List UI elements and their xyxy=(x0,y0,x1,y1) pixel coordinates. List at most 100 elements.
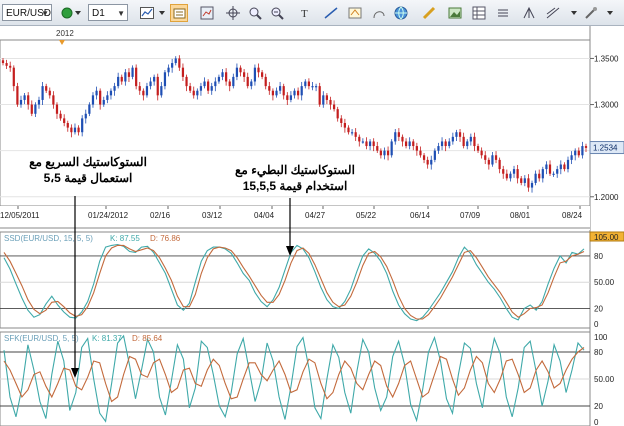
candle-body xyxy=(117,76,120,87)
fast-stochastic-y-tick-label: 100 xyxy=(594,333,608,342)
candle-body xyxy=(322,95,325,105)
candle-body xyxy=(52,95,55,105)
candle-body xyxy=(5,63,8,66)
chevron-down-icon: ▼ xyxy=(41,9,49,18)
slow-stochastic-indicator-label: SSD(EUR/USD, 15, 5, 5) xyxy=(4,234,93,243)
candle-body xyxy=(358,136,361,142)
candle-body xyxy=(581,146,584,156)
line-tools-icon[interactable] xyxy=(544,4,562,22)
candle-body xyxy=(340,118,343,123)
candle-body xyxy=(419,150,422,156)
x-tick-label: 05/22 xyxy=(356,211,377,220)
candle-body xyxy=(131,67,134,77)
chevron-down-icon: ▼ xyxy=(117,9,125,18)
candle-body xyxy=(329,99,332,105)
pitchfork-icon[interactable] xyxy=(520,4,538,22)
candle-body xyxy=(19,99,23,105)
candle-body xyxy=(264,76,267,87)
image-icon[interactable] xyxy=(446,4,464,22)
add-indicator-icon[interactable] xyxy=(198,4,216,22)
settings-icon[interactable] xyxy=(582,4,600,22)
candle-body xyxy=(12,67,15,87)
timeframe-select[interactable]: D1 ▼ xyxy=(88,4,128,21)
crosshair-icon[interactable] xyxy=(224,4,242,22)
candle-body xyxy=(505,173,508,179)
candle-body xyxy=(311,86,314,88)
candle-body xyxy=(286,95,289,100)
trendline-icon[interactable] xyxy=(322,4,340,22)
candle-body xyxy=(494,155,498,160)
candle-body xyxy=(228,81,231,87)
slow-stochastic-y-tick-label: 20 xyxy=(594,304,603,313)
candle-body xyxy=(45,86,48,91)
candle-body xyxy=(289,95,293,100)
globe-icon[interactable] xyxy=(392,4,410,22)
candle-body xyxy=(88,104,91,114)
candle-body xyxy=(556,169,559,174)
candle-body xyxy=(570,155,573,160)
candle-body xyxy=(577,150,580,156)
text-icon[interactable]: T xyxy=(296,4,314,22)
candle-body xyxy=(257,67,260,73)
candle-body xyxy=(55,104,59,114)
chevron-down-icon[interactable] xyxy=(568,4,578,22)
candle-body xyxy=(275,90,278,96)
x-tick-label: 12/05/2011 xyxy=(0,211,40,220)
candle-body xyxy=(390,141,393,156)
candle-body xyxy=(109,90,113,96)
candle-body xyxy=(307,81,311,87)
year-label: 2012 xyxy=(56,29,74,38)
candle-body xyxy=(253,67,257,82)
candle-body xyxy=(16,86,19,105)
candle-body xyxy=(23,95,26,100)
candle-body xyxy=(314,86,318,88)
more-icon[interactable] xyxy=(494,4,512,22)
candle-body xyxy=(217,76,221,82)
candle-body xyxy=(48,90,51,96)
fibonacci-icon[interactable] xyxy=(370,4,388,22)
chart-type-icon[interactable] xyxy=(138,4,156,22)
candle-body xyxy=(426,159,429,165)
candle-body xyxy=(84,113,87,119)
slow-stochastic-panel: 105.00 80 50.00 20 0 SSD(EUR/USD, 15, 5, 5) K:… xyxy=(0,231,624,329)
candle-body xyxy=(282,86,285,96)
candle-body xyxy=(332,104,336,110)
grid-icon[interactable] xyxy=(470,4,488,22)
candle-body xyxy=(243,72,246,77)
candle-body xyxy=(300,86,303,96)
candle-body xyxy=(376,146,379,151)
candle-body xyxy=(509,173,512,179)
candle-body xyxy=(9,65,12,68)
candle-body xyxy=(386,150,390,156)
x-tick-label: 03/12 xyxy=(202,211,223,220)
candle-body xyxy=(293,90,296,96)
candle-body xyxy=(343,123,346,128)
symbol-select[interactable]: EUR/USD ▼ xyxy=(2,4,52,21)
candle-body xyxy=(99,90,102,105)
zoom-out-icon[interactable] xyxy=(268,4,286,22)
slow-stochastic-y-tick-label: 80 xyxy=(594,252,603,261)
candle-body xyxy=(412,141,415,147)
candle-body xyxy=(70,127,73,133)
chevron-down-icon[interactable] xyxy=(604,4,616,22)
candle-body xyxy=(394,132,397,142)
candle-body xyxy=(541,169,544,179)
candle-body xyxy=(113,86,116,91)
chevron-down-icon[interactable] xyxy=(156,4,166,22)
candle-body xyxy=(372,141,375,147)
toolbar: EUR/USD ▼ D1 ▼ T xyxy=(0,0,624,26)
chevron-down-icon[interactable] xyxy=(72,4,82,22)
slow-stochastic-k-label: K: 87.55 xyxy=(110,234,140,243)
active-chart-icon[interactable] xyxy=(170,4,188,22)
candle-body xyxy=(415,146,418,151)
candle-body xyxy=(27,95,30,105)
fast-stochastic-annotation: الستوكاستيك السريع مع استعمال قيمة 5،5 xyxy=(16,154,160,186)
drawing-icon[interactable] xyxy=(346,4,364,22)
ruler-icon[interactable] xyxy=(420,4,438,22)
candle-body xyxy=(163,72,167,87)
candle-body xyxy=(401,136,404,142)
zoom-in-icon[interactable] xyxy=(246,4,264,22)
candle-body xyxy=(296,90,300,96)
candle-body xyxy=(135,67,138,87)
candle-body xyxy=(354,132,357,137)
